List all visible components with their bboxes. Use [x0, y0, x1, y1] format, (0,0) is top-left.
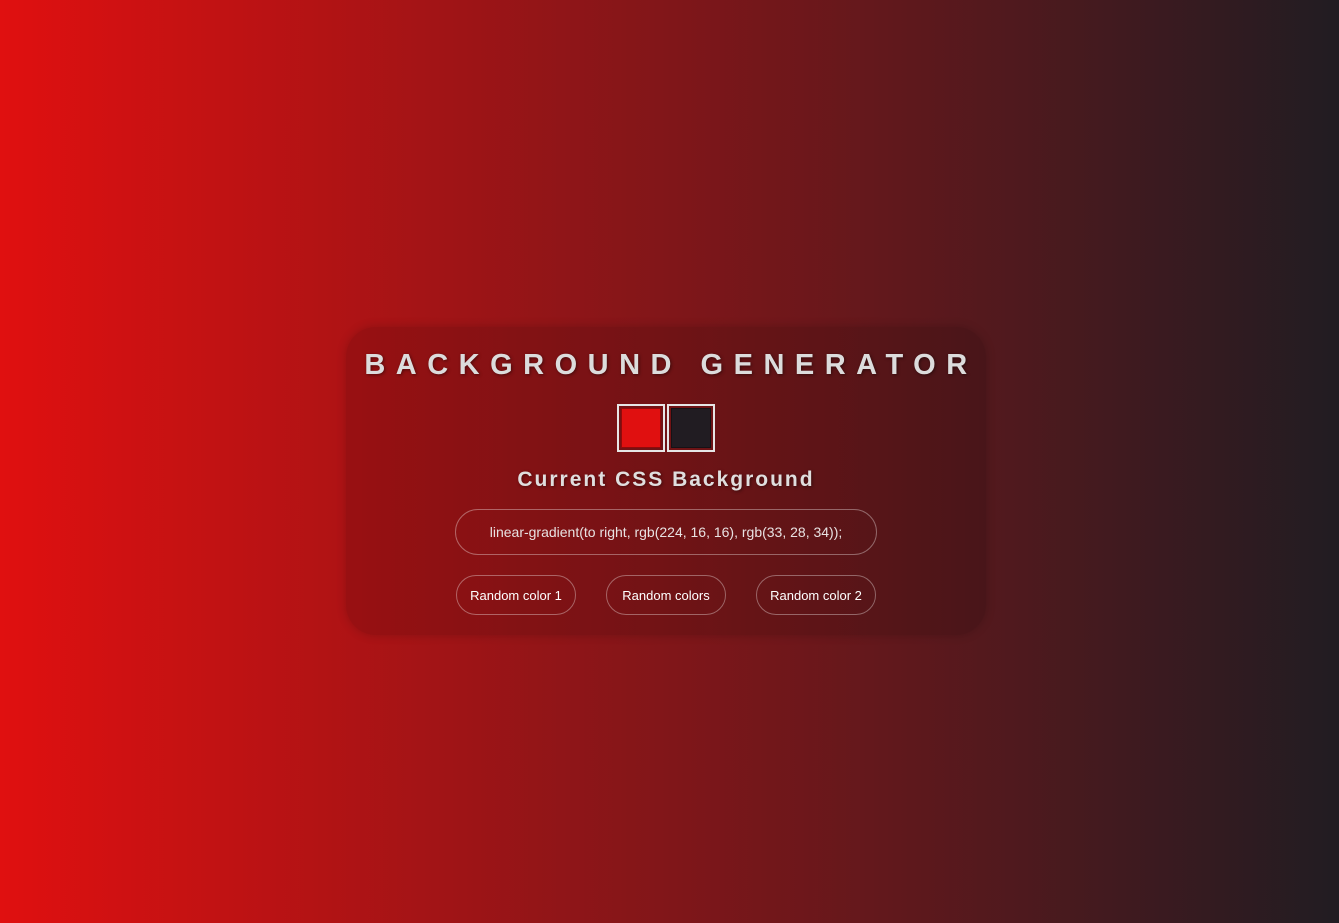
button-row: Random color 1 Random colors Random colo… — [456, 575, 876, 615]
page-title: BACKGROUND GENERATOR — [364, 349, 978, 381]
color-1-picker[interactable] — [617, 404, 665, 452]
color-1-swatch — [621, 408, 661, 448]
css-output-display: linear-gradient(to right, rgb(224, 16, 1… — [455, 509, 877, 555]
random-colors-button[interactable]: Random colors — [606, 575, 726, 615]
current-css-heading: Current CSS Background — [517, 468, 815, 491]
generator-card: BACKGROUND GENERATOR Current CSS Backgro… — [346, 327, 986, 635]
color-2-picker[interactable] — [667, 404, 715, 452]
random-color-2-button[interactable]: Random color 2 — [756, 575, 876, 615]
color-pickers — [617, 404, 715, 452]
page-background: { "app": { "title": "BACKGROUND GENERATO… — [0, 0, 1339, 923]
color-2-swatch — [671, 408, 711, 448]
random-color-1-button[interactable]: Random color 1 — [456, 575, 576, 615]
